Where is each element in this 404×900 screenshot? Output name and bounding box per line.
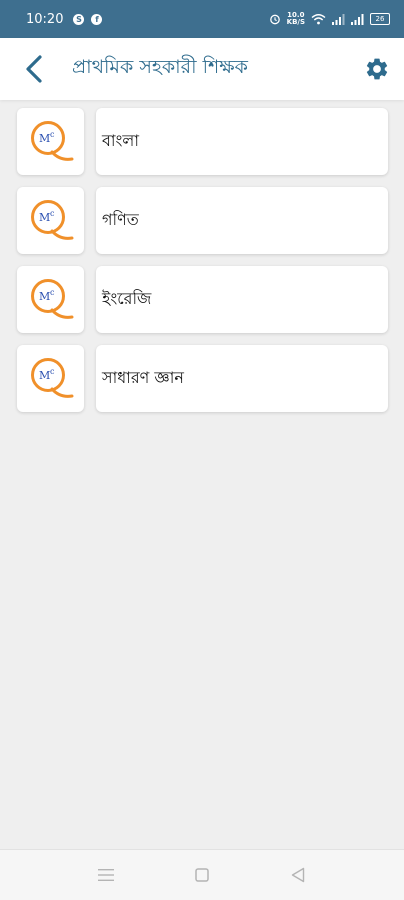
list-item[interactable]: Mc সাধারণ জ্ঞান [17,345,388,412]
net-speed-unit: KB/S [286,18,305,26]
mcq-logo-icon: Mc [30,120,73,161]
settings-button[interactable] [362,54,392,84]
system-nav-bar [0,849,404,900]
gear-icon [366,58,388,80]
svg-text:c: c [50,367,55,376]
mcq-logo-card[interactable]: Mc [17,187,84,254]
subject-list: Mc বাংলা Mc গণিত Mc ইংরেজি Mc সাধারণ জ্ঞান [17,108,388,424]
signal-icon-2 [351,13,364,25]
subject-label: সাধারণ জ্ঞান [102,368,184,387]
wifi-icon [311,14,326,25]
triangle-back-icon [291,867,305,883]
recents-button[interactable] [94,863,118,887]
back-nav-button[interactable] [286,863,310,887]
mcq-logo-card[interactable]: Mc [17,266,84,333]
square-icon [195,868,209,882]
chevron-left-icon [26,55,42,83]
subject-button[interactable]: বাংলা [96,108,388,175]
facebook-icon: f [91,13,103,25]
app-bar: প্রাথমিক সহকারী শিক্ষক [0,38,404,100]
status-time: 10:20 [26,11,64,27]
svg-text:M: M [39,132,50,145]
net-speed: 10.0 KB/S [287,12,305,26]
skype-icon: S [73,13,85,25]
subject-button[interactable]: গণিত [96,187,388,254]
subject-button[interactable]: সাধারণ জ্ঞান [96,345,388,412]
signal-icon [332,13,345,25]
svg-text:c: c [50,209,55,218]
list-item[interactable]: Mc ইংরেজি [17,266,388,333]
mcq-logo-icon: Mc [30,199,73,240]
home-button[interactable] [190,863,214,887]
mcq-logo-card[interactable]: Mc [17,108,84,175]
svg-text:M: M [39,290,50,303]
page-title: প্রাথমিক সহকারী শিক্ষক [72,56,248,78]
list-item[interactable]: Mc গণিত [17,187,388,254]
subject-label: বাংলা [102,131,139,150]
subject-label: গণিত [102,210,139,229]
status-bar: 10:20 S f 10.0 KB/S 26 [0,0,404,38]
list-item[interactable]: Mc বাংলা [17,108,388,175]
svg-text:c: c [50,130,55,139]
subject-label: ইংরেজি [102,289,152,308]
back-button[interactable] [14,49,54,89]
battery-indicator: 26 [370,13,390,25]
svg-text:M: M [39,369,50,382]
mcq-logo-icon: Mc [30,278,73,319]
svg-text:c: c [50,288,55,297]
alarm-icon [269,14,280,25]
svg-text:M: M [39,211,50,224]
mcq-logo-icon: Mc [30,357,73,398]
subject-button[interactable]: ইংরেজি [96,266,388,333]
mcq-logo-card[interactable]: Mc [17,345,84,412]
menu-lines-icon [98,869,114,881]
